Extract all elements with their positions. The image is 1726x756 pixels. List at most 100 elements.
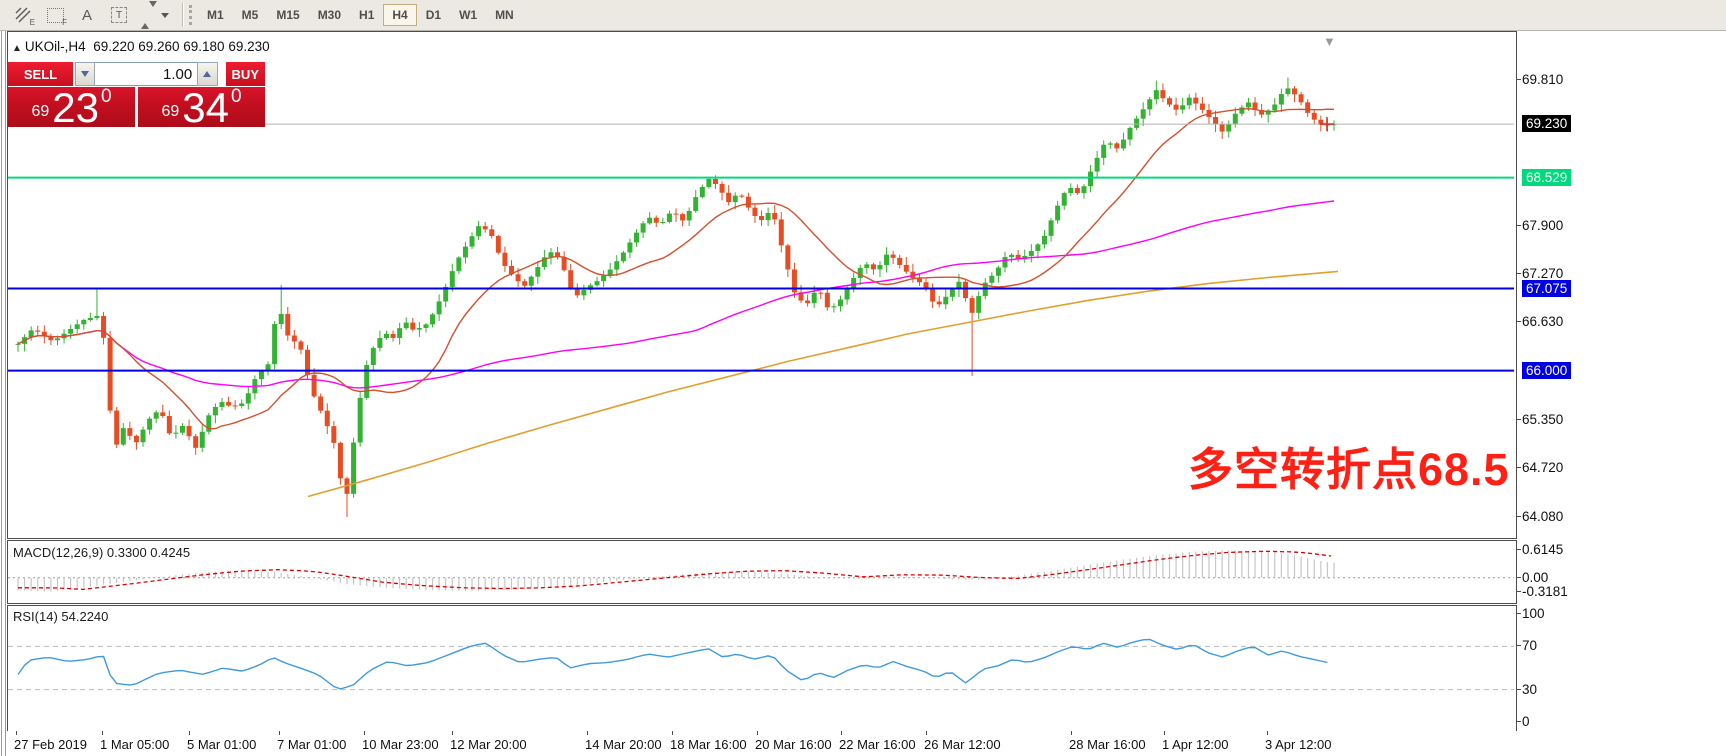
axis-tick bbox=[1516, 613, 1521, 614]
volume-decrease-button[interactable] bbox=[75, 62, 95, 86]
axis-tick bbox=[1516, 79, 1521, 80]
timeframe-button-group: M1M5M15M30H1H4D1W1MN bbox=[198, 4, 523, 26]
time-axis-tick bbox=[1267, 731, 1268, 735]
timeframe-m5-button[interactable]: M5 bbox=[233, 4, 268, 26]
volume-increase-button[interactable] bbox=[197, 62, 217, 86]
timeframe-h1-button[interactable]: H1 bbox=[350, 4, 383, 26]
chart-edit-icon[interactable]: E bbox=[10, 4, 36, 26]
rsi-pane[interactable] bbox=[7, 605, 1517, 733]
time-axis-tick bbox=[279, 731, 280, 735]
axis-tick bbox=[1516, 645, 1521, 646]
axis-tick-label: 30 bbox=[1522, 681, 1537, 698]
timeframe-m15-button[interactable]: M15 bbox=[267, 4, 308, 26]
sell-quote[interactable]: 69230 bbox=[8, 87, 135, 127]
axis-tick-label: -0.3181 bbox=[1522, 583, 1568, 600]
timeframe-w1-button[interactable]: W1 bbox=[450, 4, 486, 26]
axis-tick bbox=[1516, 225, 1521, 226]
axis-tick bbox=[1516, 516, 1521, 517]
axis-tick bbox=[1516, 549, 1521, 550]
caret-down-icon bbox=[81, 71, 89, 77]
axis-tick-label: 67.900 bbox=[1522, 217, 1563, 234]
axis-tick-label: 64.720 bbox=[1522, 459, 1563, 476]
time-axis-label: 10 Mar 23:00 bbox=[362, 737, 439, 752]
rsi-canvas[interactable] bbox=[8, 606, 1514, 730]
macd-canvas[interactable] bbox=[8, 541, 1514, 601]
time-axis-label: 22 Mar 16:00 bbox=[839, 737, 916, 752]
toolbar-grip[interactable] bbox=[189, 5, 192, 25]
axis-tick-label: 64.080 bbox=[1522, 508, 1563, 525]
time-axis-label: 27 Feb 2019 bbox=[14, 737, 87, 752]
axis-tick-label: 100 bbox=[1522, 605, 1545, 622]
axis-tick-label: 69.230 bbox=[1522, 115, 1571, 132]
time-axis-label: 1 Apr 12:00 bbox=[1162, 737, 1229, 752]
time-axis-tick bbox=[926, 731, 927, 735]
symbol-direction-icon: ▲ bbox=[12, 43, 22, 54]
grid-icon[interactable]: F bbox=[42, 4, 68, 26]
axis-tick bbox=[1516, 577, 1521, 578]
timeframe-d1-button[interactable]: D1 bbox=[417, 4, 450, 26]
chart-title: ▲UKOil-,H4 69.220 69.260 69.180 69.230 bbox=[12, 39, 270, 54]
time-axis-tick bbox=[364, 731, 365, 735]
one-click-trading-panel: SELL BUY 69230 69340 bbox=[8, 62, 265, 127]
time-axis-tick bbox=[841, 731, 842, 735]
time-axis-label: 3 Apr 12:00 bbox=[1265, 737, 1332, 752]
arrange-windows-icon[interactable] bbox=[138, 4, 172, 26]
time-axis-tick bbox=[757, 731, 758, 735]
text-box-icon[interactable]: T bbox=[106, 4, 132, 26]
axis-tick-label: 67.075 bbox=[1522, 280, 1571, 297]
buy-quote[interactable]: 69340 bbox=[138, 87, 265, 127]
axis-tick bbox=[1516, 591, 1521, 592]
time-axis-tick bbox=[102, 731, 103, 735]
timeframe-h4-button[interactable]: H4 bbox=[383, 4, 416, 26]
axis-tick bbox=[1516, 467, 1521, 468]
axis-tick bbox=[1516, 321, 1521, 322]
axis-tick-label: 68.529 bbox=[1522, 169, 1571, 186]
time-axis-tick bbox=[16, 731, 17, 735]
time-axis-tick bbox=[452, 731, 453, 735]
ohlc-values: 69.220 69.260 69.180 69.230 bbox=[93, 39, 269, 54]
time-axis-label: 28 Mar 16:00 bbox=[1069, 737, 1146, 752]
time-axis-tick bbox=[672, 731, 673, 735]
time-axis-tick bbox=[1071, 731, 1072, 735]
time-axis-label: 14 Mar 20:00 bbox=[585, 737, 662, 752]
trade-controls-row: SELL BUY bbox=[8, 62, 265, 86]
window-frame-left-inner bbox=[5, 31, 6, 756]
symbol-name: UKOil-,H4 bbox=[25, 39, 86, 54]
axis-tick-label: 70 bbox=[1522, 637, 1537, 654]
volume-input[interactable] bbox=[95, 62, 197, 86]
timeframe-m30-button[interactable]: M30 bbox=[309, 4, 350, 26]
axis-tick-label: 0 bbox=[1522, 713, 1530, 730]
time-axis-tick bbox=[1164, 731, 1165, 735]
time-axis-label: 5 Mar 01:00 bbox=[187, 737, 256, 752]
axis-tick bbox=[1516, 273, 1521, 274]
axis-tick bbox=[1516, 419, 1521, 420]
axis-tick-label: 66.630 bbox=[1522, 313, 1563, 330]
toolbar-icon-group: E F A T bbox=[0, 4, 172, 26]
time-axis-label: 7 Mar 01:00 bbox=[277, 737, 346, 752]
timeframe-mn-button[interactable]: MN bbox=[486, 4, 523, 26]
time-axis-tick bbox=[587, 731, 588, 735]
time-axis-tick bbox=[189, 731, 190, 735]
toolbar-separator bbox=[182, 3, 184, 27]
buy-button[interactable]: BUY bbox=[226, 62, 265, 86]
time-axis[interactable]: 27 Feb 20191 Mar 05:005 Mar 01:007 Mar 0… bbox=[7, 731, 1707, 756]
timeframe-m1-button[interactable]: M1 bbox=[198, 4, 233, 26]
sell-button[interactable]: SELL bbox=[8, 62, 73, 86]
toolbar: E F A T M1M5M15M30H1H4D1W1MN bbox=[0, 0, 1726, 31]
window-frame-left bbox=[1, 31, 2, 756]
dropdown-caret-icon bbox=[161, 13, 169, 18]
time-axis-label: 18 Mar 16:00 bbox=[670, 737, 747, 752]
caret-up-icon bbox=[203, 71, 211, 77]
chart-text-annotation: 多空转折点68.5 bbox=[1188, 433, 1510, 498]
mt4-window: E F A T M1M5M15M30H1H4D1W1MN bbox=[0, 0, 1726, 756]
axis-tick bbox=[1516, 689, 1521, 690]
scroll-to-end-icon: ▼ bbox=[1323, 34, 1336, 49]
rsi-label: RSI(14) 54.2240 bbox=[13, 609, 108, 624]
time-axis-label: 26 Mar 12:00 bbox=[924, 737, 1001, 752]
time-axis-label: 12 Mar 20:00 bbox=[450, 737, 527, 752]
macd-label: MACD(12,26,9) 0.3300 0.4245 bbox=[13, 545, 190, 560]
axis-tick-label: 66.000 bbox=[1522, 362, 1571, 379]
macd-pane[interactable] bbox=[7, 540, 1517, 604]
axis-tick bbox=[1516, 721, 1521, 722]
text-label-icon[interactable]: A bbox=[74, 4, 100, 26]
